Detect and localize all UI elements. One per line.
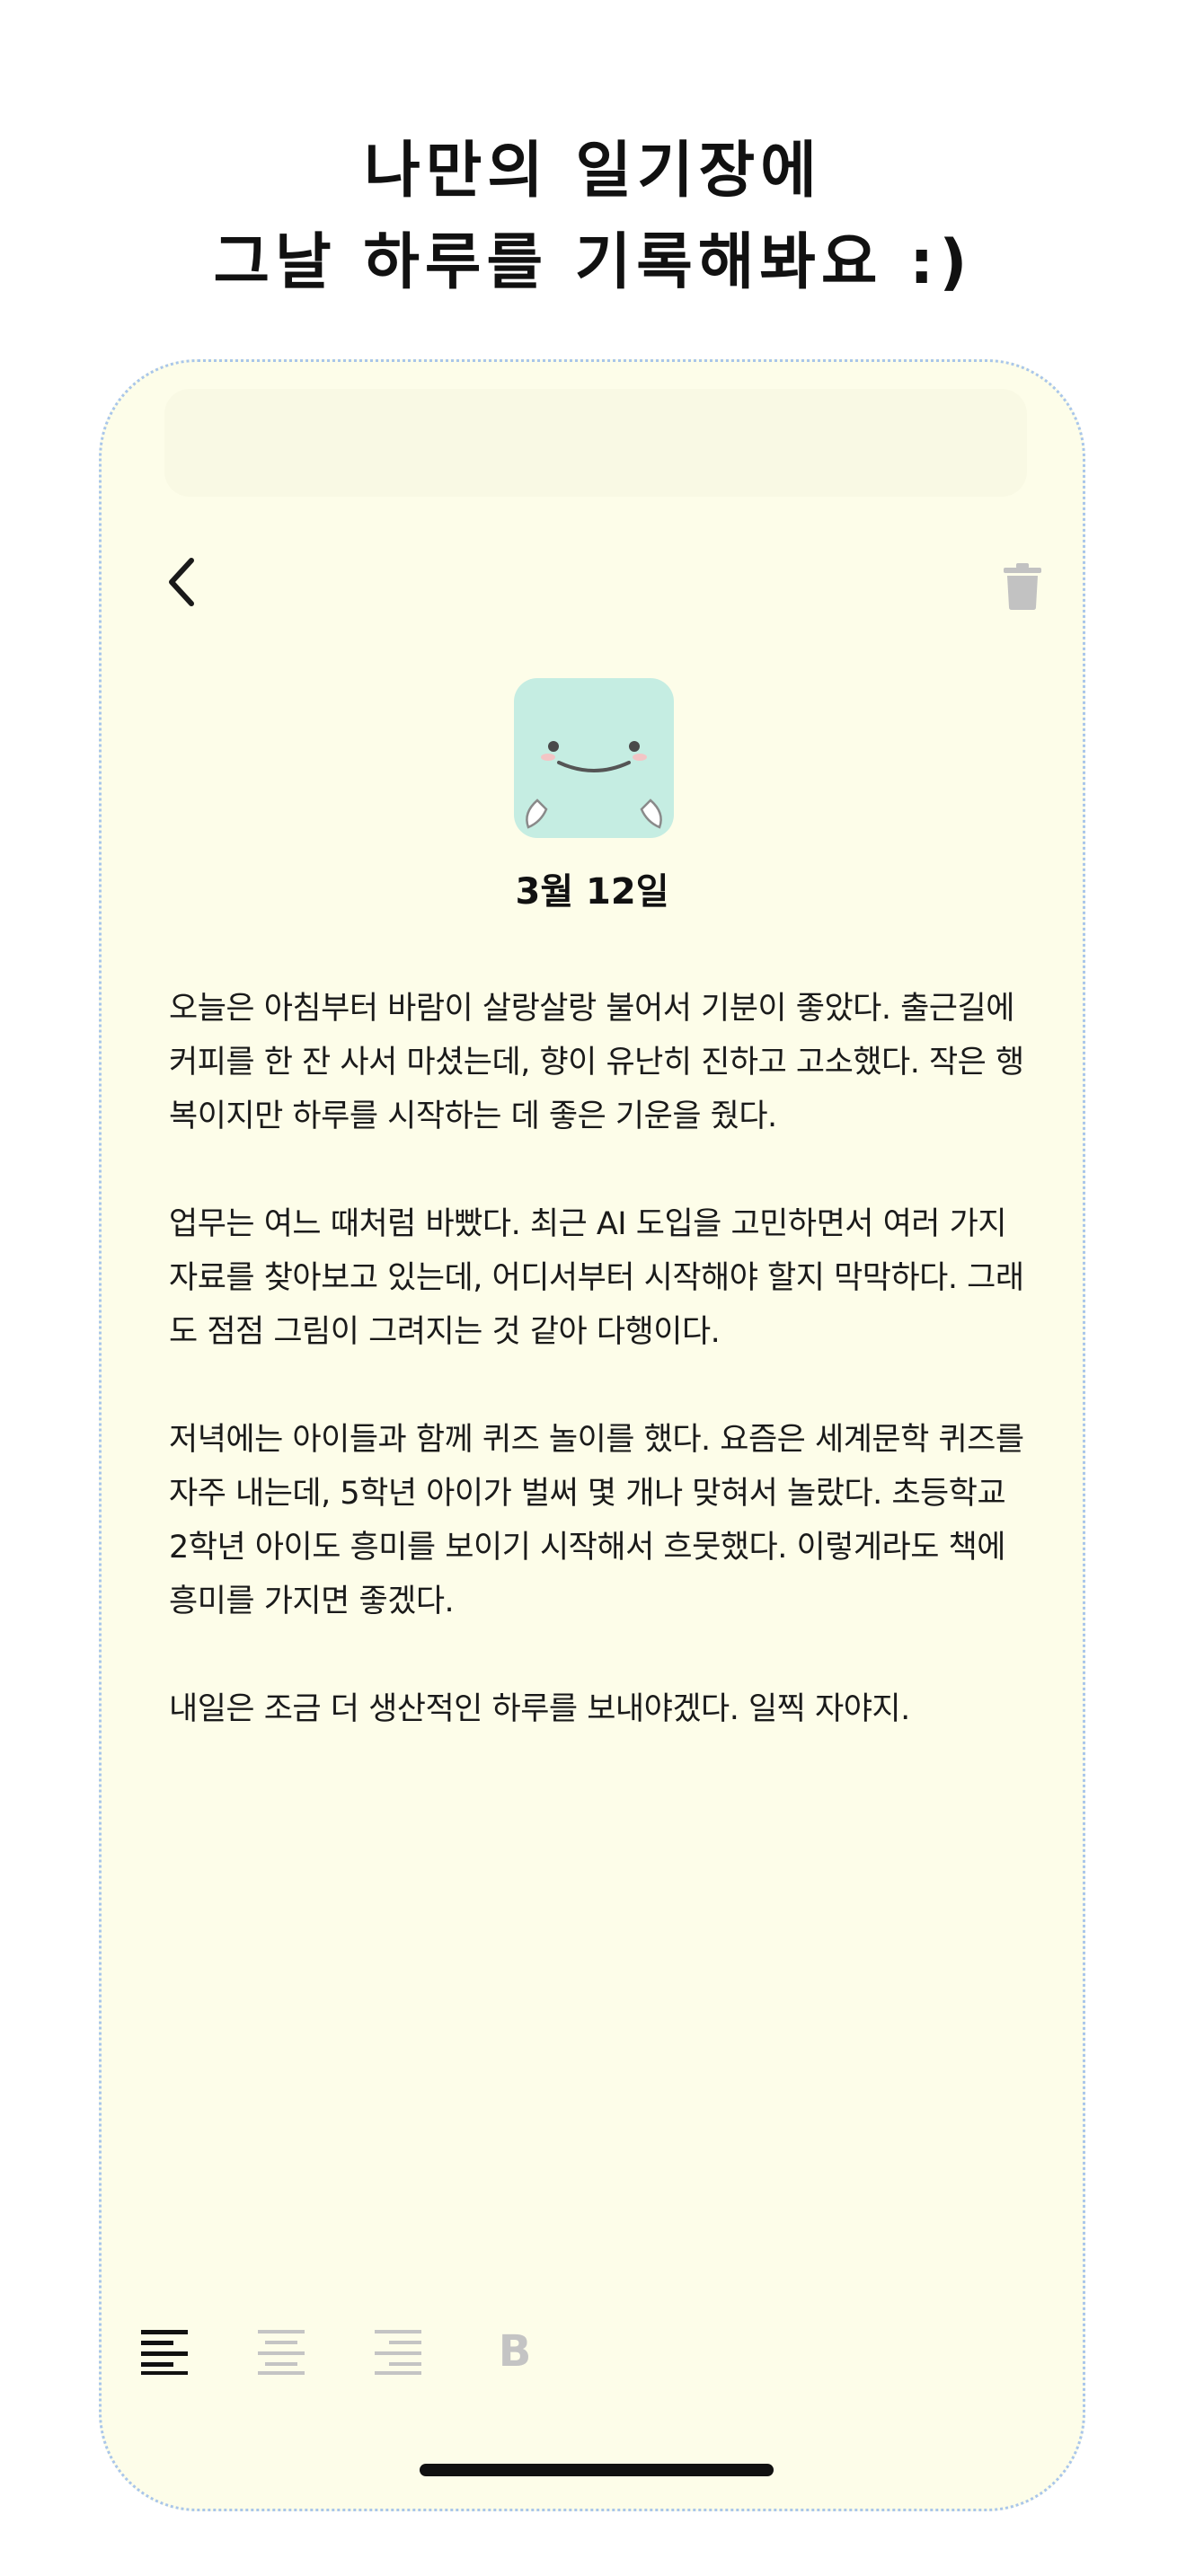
home-indicator[interactable] (420, 2464, 774, 2476)
align-right-icon (375, 2330, 421, 2375)
align-left-button[interactable] (128, 2311, 200, 2392)
phone-screen: 3월 12일 오늘은 아침부터 바람이 살랑살랑 불어서 기분이 좋았다. 출근… (99, 359, 1085, 2511)
align-right-button[interactable] (362, 2311, 434, 2392)
headline-line-1: 나만의 일기장에 (364, 136, 822, 207)
format-toolbar: B (128, 2311, 632, 2392)
align-left-icon (141, 2330, 188, 2375)
status-bar-area (164, 389, 1027, 497)
diary-paragraph: 내일은 조금 더 생산적인 하루를 보내야겠다. 일찍 자야지. (169, 1691, 910, 1727)
diary-text[interactable]: 오늘은 아침부터 바람이 살랑살랑 불어서 기분이 좋았다. 출근길에 커피를 … (169, 982, 1031, 1790)
align-center-icon (258, 2330, 305, 2375)
headline: 나만의 일기장에 그날 하루를 기록해봐요 :) (0, 126, 1186, 309)
bold-button[interactable]: B (479, 2311, 551, 2392)
chevron-left-icon (169, 558, 194, 606)
headline-line-2: 그날 하루를 기록해봐요 :) (213, 227, 973, 298)
trash-icon (1004, 563, 1041, 610)
align-center-button[interactable] (245, 2311, 317, 2392)
delete-button[interactable] (991, 551, 1054, 622)
diary-paragraph: 저녁에는 아이들과 함께 퀴즈 놀이를 했다. 요즘은 세계문학 퀴즈를 자주 … (169, 1422, 1024, 1619)
back-button[interactable] (146, 542, 218, 622)
diary-paragraph: 오늘은 아침부터 바람이 살랑살랑 불어서 기분이 좋았다. 출근길에 커피를 … (169, 991, 1024, 1134)
smiling-face-mint-icon (514, 678, 674, 838)
entry-date: 3월 12일 (515, 871, 669, 913)
diary-paragraph: 업무는 여느 때처럼 바빴다. 최근 AI 도입을 고민하면서 여러 가지 자료… (169, 1206, 1024, 1350)
